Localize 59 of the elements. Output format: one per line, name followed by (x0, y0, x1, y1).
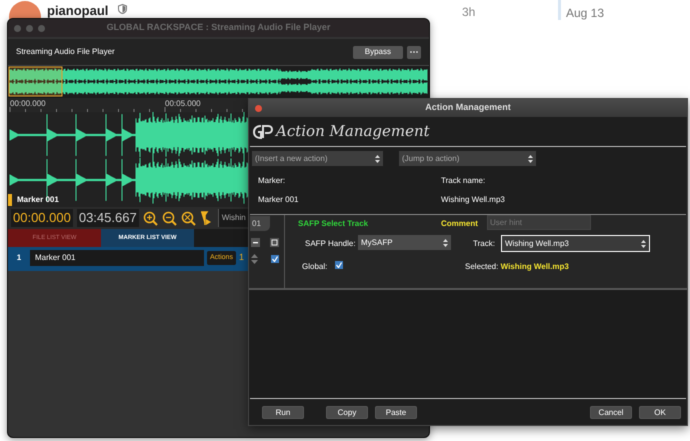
marker-number: 1 (16, 252, 22, 264)
handle-dropdown[interactable]: MySAFP (358, 235, 451, 250)
marker-value: Marker 001 (258, 194, 300, 206)
updown-caret-icon (528, 154, 533, 162)
comment-field[interactable]: User hint (487, 215, 591, 230)
dialog-button[interactable]: Cancel (590, 406, 632, 418)
updown-caret-icon (375, 154, 380, 162)
dialog-title: Action Management (424, 101, 512, 114)
zoom-fit-icon[interactable] (180, 210, 196, 226)
length-time: 03:45.667 (76, 209, 139, 227)
selected-value: Wishing Well.mp3 (500, 262, 569, 271)
action-index-tab[interactable]: 01 (250, 216, 270, 231)
track-dropdown[interactable]: Wishing Well.mp3 (502, 236, 649, 251)
logo-text: Action Management (276, 121, 430, 142)
bypass-button[interactable]: Bypass (352, 46, 403, 58)
track-field[interactable]: Wishin (218, 209, 248, 227)
check-icon (272, 256, 278, 262)
action-count: 1 (238, 251, 244, 264)
dialog-button[interactable]: Run (262, 406, 304, 418)
post-time: 3h (462, 4, 476, 21)
insert-action-dropdown[interactable]: (Insert a new action) (252, 151, 383, 166)
window-title: GLOBAL RACKSPACE : Streaming Audio File Player (106, 21, 332, 34)
updown-caret-icon (641, 240, 646, 248)
enable-checkbox[interactable] (271, 255, 279, 263)
post-date: Aug 13 (566, 5, 604, 22)
reorder-icon[interactable] (251, 254, 258, 264)
shield-icon (118, 4, 127, 14)
more-button[interactable] (407, 46, 421, 58)
jump-action-dropdown[interactable]: (Jump to action) (399, 151, 536, 166)
updown-caret-icon (443, 238, 448, 246)
track-name-label: Track name: (441, 175, 486, 187)
selected-label: Selected: (465, 262, 498, 271)
ruler-label: 00:05.000 (165, 98, 201, 110)
track-label: Track: (473, 238, 495, 250)
handle-label: SAFP Handle: (305, 238, 356, 250)
marker-label: Marker: (258, 175, 286, 187)
minus-icon[interactable] (251, 238, 260, 247)
zoom-out-icon[interactable] (162, 210, 177, 226)
logo-icon (253, 124, 273, 140)
comment-label: Comment (441, 218, 478, 230)
duplicate-icon[interactable] (270, 238, 279, 247)
close-button[interactable] (255, 104, 262, 112)
marker-name-field[interactable]: Marker 001 (30, 250, 204, 266)
dialog-button[interactable]: Paste (375, 406, 417, 418)
zoom-in-icon[interactable] (142, 210, 158, 226)
dialog-button[interactable]: Copy (326, 406, 368, 418)
global-label: Global: (302, 261, 328, 273)
ruler-label: 00:00.000 (10, 98, 46, 110)
action-name: SAFP Select Track (298, 218, 368, 230)
dialog-button[interactable]: OK (639, 406, 681, 418)
check-icon (336, 262, 342, 268)
marker-label: Marker 001 (17, 194, 59, 206)
marker-flag-icon (8, 194, 12, 206)
username[interactable]: pianopaul (47, 1, 108, 20)
marker-play-icon[interactable] (200, 210, 212, 226)
position-time: 00:00.000 (11, 209, 73, 227)
plugin-name: Streaming Audio File Player (16, 46, 115, 58)
track-name-value: Wishing Well.mp3 (441, 194, 506, 206)
global-checkbox[interactable] (335, 261, 343, 269)
